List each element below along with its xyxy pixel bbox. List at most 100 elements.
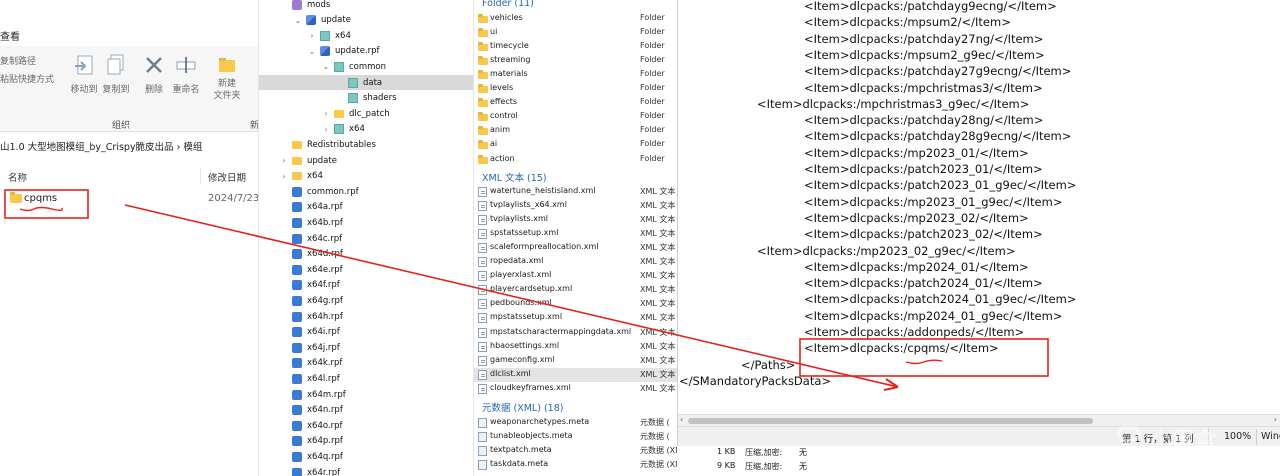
chevron-right-icon[interactable]: › bbox=[279, 156, 289, 165]
rpf-icon bbox=[292, 280, 302, 291]
file-list-item[interactable]: tunableobjects.meta 元数据 ( bbox=[474, 430, 677, 444]
tree-node[interactable]: x64c.rpf bbox=[279, 231, 342, 246]
tree-node[interactable]: ⌄ update.rpf bbox=[307, 44, 380, 59]
file-list-item[interactable]: ropedata.xml XML 文本 bbox=[474, 255, 677, 269]
file-list-item[interactable]: tvplaylists_x64.xml XML 文本 bbox=[474, 199, 677, 213]
tree-node[interactable]: › x64 bbox=[321, 122, 365, 137]
tree-node[interactable]: common.rpf bbox=[279, 184, 359, 199]
file-list-item[interactable]: ui Folder bbox=[474, 26, 677, 40]
tree-node[interactable]: x64o.rpf bbox=[279, 418, 342, 433]
chevron-right-icon[interactable]: › bbox=[321, 109, 331, 118]
tree-node[interactable]: x64e.rpf bbox=[279, 262, 343, 277]
tree-node[interactable]: mods bbox=[279, 0, 330, 12]
copy-path-button[interactable]: 复制路径 bbox=[0, 54, 36, 67]
file-list-item[interactable]: playerxlast.xml XML 文本 bbox=[474, 269, 677, 283]
text-line: <Item>dlcpacks:/patch2023_01_g9ec/</Item… bbox=[804, 178, 1077, 193]
paste-shortcut-button[interactable]: 粘贴快捷方式 bbox=[0, 72, 54, 85]
group-header[interactable]: Folder (11) bbox=[482, 0, 534, 9]
file-name: action bbox=[490, 153, 515, 163]
text-line: <Item>dlcpacks:/patch2024_01/</Item> bbox=[804, 276, 1043, 291]
file-type: Folder bbox=[640, 55, 665, 65]
tree-node[interactable]: › x64 bbox=[279, 169, 322, 184]
file-list-item[interactable]: ai Folder bbox=[474, 138, 677, 152]
chevron-right-icon[interactable]: › bbox=[307, 31, 317, 40]
tree-node[interactable]: data bbox=[259, 75, 473, 90]
group-header[interactable]: 元数据 (XML) (18) bbox=[482, 400, 563, 414]
file-list-item[interactable]: effects Folder bbox=[474, 96, 677, 110]
file-list-item[interactable]: tvplaylists.xml XML 文本 bbox=[474, 213, 677, 227]
tree-node[interactable]: x64p.rpf bbox=[279, 434, 343, 449]
tree-node-label: x64 bbox=[335, 30, 351, 41]
chevron-down-icon[interactable]: ⌄ bbox=[293, 16, 303, 25]
file-name: ai bbox=[490, 139, 498, 149]
file-list-item[interactable]: spstatssetup.xml XML 文本 bbox=[474, 227, 677, 241]
tree-node[interactable]: ⌄ update bbox=[293, 13, 351, 28]
text-area[interactable]: <Item>dlcpacks:/patchdayg9ecng/</Item> <I… bbox=[678, 0, 1280, 410]
scroll-left-icon[interactable]: ‹ bbox=[680, 415, 683, 424]
address-bar[interactable]: 山1.0 大型地图模组_by_Crispy脆皮出品 › 模组 bbox=[0, 139, 258, 157]
file-list-item[interactable]: mpstatssetup.xml XML 文本 bbox=[474, 311, 677, 325]
file-list-item[interactable]: cloudkeyframes.xml XML 文本 bbox=[474, 382, 677, 396]
new-folder-button[interactable]: 新建 文件夹 bbox=[208, 54, 246, 102]
file-list-item[interactable]: timecycle Folder bbox=[474, 40, 677, 54]
tree-node[interactable]: x64a.rpf bbox=[279, 200, 343, 215]
chevron-right-icon[interactable]: › bbox=[321, 125, 331, 134]
column-date-modified[interactable]: 修改日期 bbox=[208, 170, 246, 184]
column-name[interactable]: 名称 bbox=[8, 170, 27, 184]
file-list-item[interactable]: textpatch.meta 元数据 (XML) bbox=[474, 444, 677, 458]
tree-node[interactable]: x64i.rpf bbox=[279, 325, 340, 340]
file-list-item[interactable]: vehicles Folder bbox=[474, 12, 677, 26]
tree-node[interactable]: x64h.rpf bbox=[279, 309, 343, 324]
tree-node-label: dlc_patch bbox=[349, 108, 390, 119]
scroll-thumb[interactable] bbox=[688, 418, 1093, 424]
tree-node[interactable]: x64b.rpf bbox=[279, 215, 343, 230]
group-header[interactable]: XML 文本 (15) bbox=[482, 170, 547, 184]
tree-node[interactable]: x64l.rpf bbox=[279, 371, 340, 386]
tree-node[interactable]: › x64 bbox=[307, 28, 351, 43]
file-list-item[interactable]: materials Folder bbox=[474, 68, 677, 82]
file-list-item[interactable]: taskdata.meta 元数据 (XML) bbox=[474, 458, 677, 472]
tree-node[interactable]: x64r.rpf bbox=[279, 465, 340, 476]
tree-node[interactable]: x64m.rpf bbox=[279, 387, 346, 402]
chevron-right-icon[interactable]: › bbox=[279, 172, 289, 181]
tree-node[interactable]: › update bbox=[279, 153, 337, 168]
move-to-button[interactable]: 移动到 bbox=[66, 54, 102, 95]
file-list-item[interactable]: hbaosettings.xml XML 文本 bbox=[474, 340, 677, 354]
file-list-item[interactable]: streaming Folder bbox=[474, 54, 677, 68]
file-list-item[interactable]: pedbounds.xml XML 文本 bbox=[474, 297, 677, 311]
chevron-down-icon[interactable]: ⌄ bbox=[307, 47, 317, 56]
watermark-text: 小黑盒 bbox=[1150, 428, 1217, 454]
tree-node[interactable]: x64f.rpf bbox=[279, 278, 340, 293]
file-list-item[interactable]: mpstatscharactermappingdata.xml XML 文本 bbox=[474, 326, 677, 340]
chevron-down-icon[interactable]: ⌄ bbox=[321, 62, 331, 71]
tree-node[interactable]: x64g.rpf bbox=[279, 293, 343, 308]
file-list-item[interactable]: weaponarchetypes.meta 元数据 ( bbox=[474, 416, 677, 430]
file-list-item[interactable]: dlclist.xml XML 文本 bbox=[474, 367, 677, 382]
file-list-item[interactable]: playercardsetup.xml XML 文本 bbox=[474, 283, 677, 297]
file-list-item[interactable]: action Folder bbox=[474, 153, 677, 167]
file-list-item[interactable]: gameconfig.xml XML 文本 bbox=[474, 354, 677, 368]
ribbon-tab-view[interactable]: 查看 bbox=[0, 28, 20, 43]
tree-node-label: x64b.rpf bbox=[307, 217, 343, 228]
text-line: <Item>dlcpacks:/mp2023_01_g9ec/</Item> bbox=[804, 194, 1063, 209]
copy-to-button[interactable]: 复制到 bbox=[98, 54, 134, 95]
file-type: 元数据 ( bbox=[640, 418, 670, 427]
text-line: </Paths> bbox=[741, 357, 796, 372]
file-list-item[interactable]: levels Folder bbox=[474, 82, 677, 96]
tree-node[interactable]: x64j.rpf bbox=[279, 340, 340, 355]
file-list-item[interactable]: anim Folder bbox=[474, 124, 677, 138]
tree-node[interactable]: x64n.rpf bbox=[279, 403, 343, 418]
file-list-item[interactable]: scaleformpreallocation.xml XML 文本 bbox=[474, 241, 677, 255]
tree-node[interactable]: Redistributables bbox=[279, 137, 376, 152]
tree-node[interactable]: shaders bbox=[335, 91, 397, 106]
tree-node[interactable]: › dlc_patch bbox=[321, 106, 390, 121]
file-row-cpqms[interactable]: cpqms 2024/7/23 bbox=[0, 190, 258, 208]
tree-node[interactable]: x64q.rpf bbox=[279, 449, 343, 464]
file-list-item[interactable]: control Folder bbox=[474, 110, 677, 124]
tree-node[interactable]: ⌄ common bbox=[321, 59, 386, 74]
file-list-item[interactable]: watertune_heistisland.xml XML 文本 bbox=[474, 185, 677, 199]
tree-node[interactable]: x64d.rpf bbox=[279, 247, 343, 262]
rename-button[interactable]: 重命名 bbox=[168, 54, 204, 95]
delete-button[interactable]: 删除 bbox=[136, 54, 172, 95]
tree-node[interactable]: x64k.rpf bbox=[279, 356, 342, 371]
